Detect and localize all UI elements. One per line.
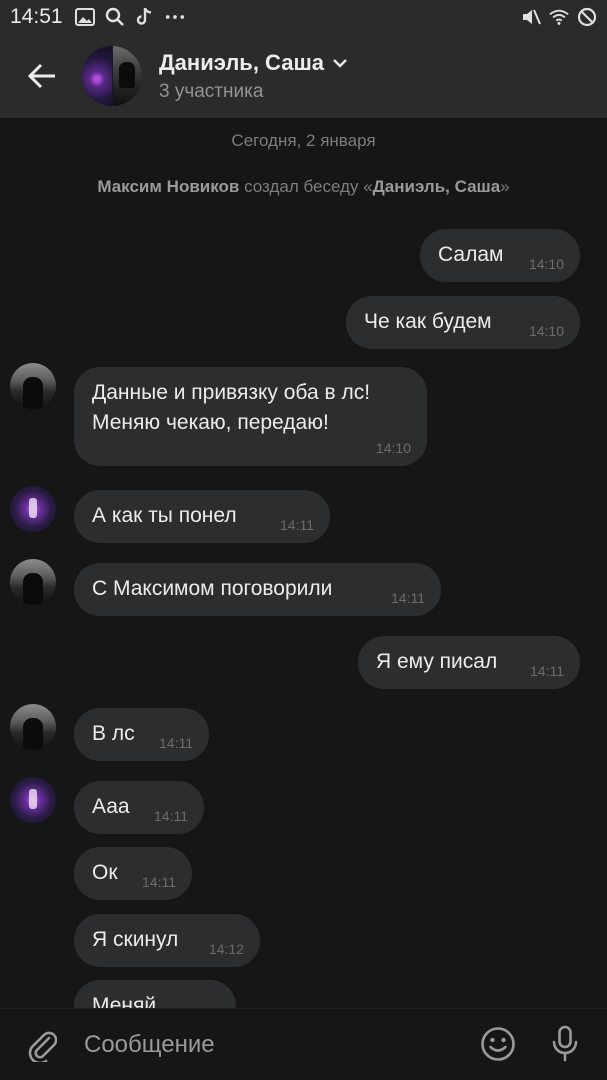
chat-title-text: Даниэль, Саша [159, 49, 325, 75]
message-time: 14:11 [391, 590, 425, 606]
wifi-icon [549, 7, 569, 27]
message-bubble-outgoing[interactable]: Че как будем 14:10 [346, 296, 580, 349]
mute-icon [521, 7, 541, 27]
microphone-icon [552, 1025, 578, 1062]
tiktok-icon [135, 7, 155, 27]
chat-header: Даниэль, Саша 3 участника [0, 34, 607, 118]
composer-bar [0, 1008, 607, 1080]
avatar-daniel[interactable] [10, 777, 56, 823]
avatar-maxim[interactable] [10, 363, 56, 409]
message-bubble-incoming[interactable]: Ааа 14:11 [74, 781, 204, 834]
system-message: Максим Новиков создал беседу «Даниэль, С… [0, 177, 607, 197]
message-text: Я скинул [92, 928, 179, 951]
search-icon [105, 7, 125, 27]
avatar-maxim[interactable] [10, 704, 56, 750]
avatar-maxim[interactable] [10, 559, 56, 605]
message-time: 14:11 [159, 735, 193, 751]
chat-title-block[interactable]: Даниэль, Саша 3 участника [159, 50, 348, 103]
message-time: 14:12 [208, 941, 244, 957]
message-bubble-incoming[interactable]: Я скинул 14:12 [74, 914, 260, 967]
message-bubble-outgoing[interactable]: Салам 14:10 [420, 229, 580, 282]
system-message-chat-name: Даниэль, Саша [372, 177, 501, 196]
message-bubble-incoming[interactable]: Данные и привязку оба в лс! Меняю чекаю,… [74, 367, 427, 466]
status-bar: 14:51 [0, 0, 607, 34]
message-time: 14:11 [280, 517, 314, 533]
message-list[interactable]: Сегодня, 2 января Максим Новиков создал … [0, 118, 607, 1008]
message-time: 14:10 [528, 323, 564, 339]
chat-title: Даниэль, Саша [159, 50, 348, 76]
message-text: Я ему писал [376, 650, 498, 673]
message-text: С Максимом поговорили [92, 577, 333, 600]
emoji-button[interactable] [478, 1024, 518, 1064]
attach-button[interactable] [22, 1025, 62, 1065]
voice-message-button[interactable] [545, 1024, 585, 1064]
system-message-closing: » [500, 177, 510, 196]
message-input[interactable] [84, 1021, 444, 1068]
message-bubble-incoming[interactable]: А как ты понел 14:11 [74, 490, 330, 543]
avatar-daniel[interactable] [10, 486, 56, 532]
system-message-author[interactable]: Максим Новиков [97, 177, 239, 196]
paperclip-icon [28, 1031, 57, 1062]
back-arrow-icon [27, 63, 55, 89]
message-text: Че как будем [364, 310, 492, 333]
chat-avatar[interactable] [82, 46, 142, 106]
smiley-icon [481, 1027, 515, 1061]
system-message-action: создал беседу « [239, 177, 373, 196]
message-text: Меняй [92, 994, 157, 1008]
message-bubble-incoming[interactable]: С Максимом поговорили 14:11 [74, 563, 441, 616]
participants-count: 3 участника [159, 80, 264, 102]
message-bubble-incoming[interactable]: Ок 14:11 [74, 847, 192, 900]
message-bubble-incoming[interactable]: В лс 14:11 [74, 708, 209, 761]
message-time: 14:10 [528, 256, 564, 272]
message-time: 14:10 [375, 440, 411, 456]
message-bubble-outgoing[interactable]: Я ему писал 14:11 [358, 636, 580, 689]
date-separator: Сегодня, 2 января [231, 131, 376, 150]
message-time: 14:11 [530, 663, 564, 679]
message-time: 14:11 [142, 874, 176, 890]
message-time: 14:11 [154, 808, 188, 824]
message-text: Салам [438, 243, 504, 266]
message-text: Данные и привязку оба в лс! Меняю чекаю,… [92, 381, 371, 434]
chevron-down-icon [333, 58, 347, 68]
message-text: Ок [92, 861, 118, 884]
message-bubble-incoming[interactable]: Меняй [74, 980, 236, 1008]
status-time: 14:51 [10, 5, 63, 28]
do-not-disturb-icon [577, 7, 597, 27]
more-dots-icon [165, 7, 185, 27]
back-button[interactable] [22, 56, 62, 96]
message-text: Ааа [92, 795, 130, 818]
gallery-icon [74, 7, 95, 27]
message-text: В лс [92, 722, 135, 745]
message-text: А как ты понел [92, 504, 237, 527]
